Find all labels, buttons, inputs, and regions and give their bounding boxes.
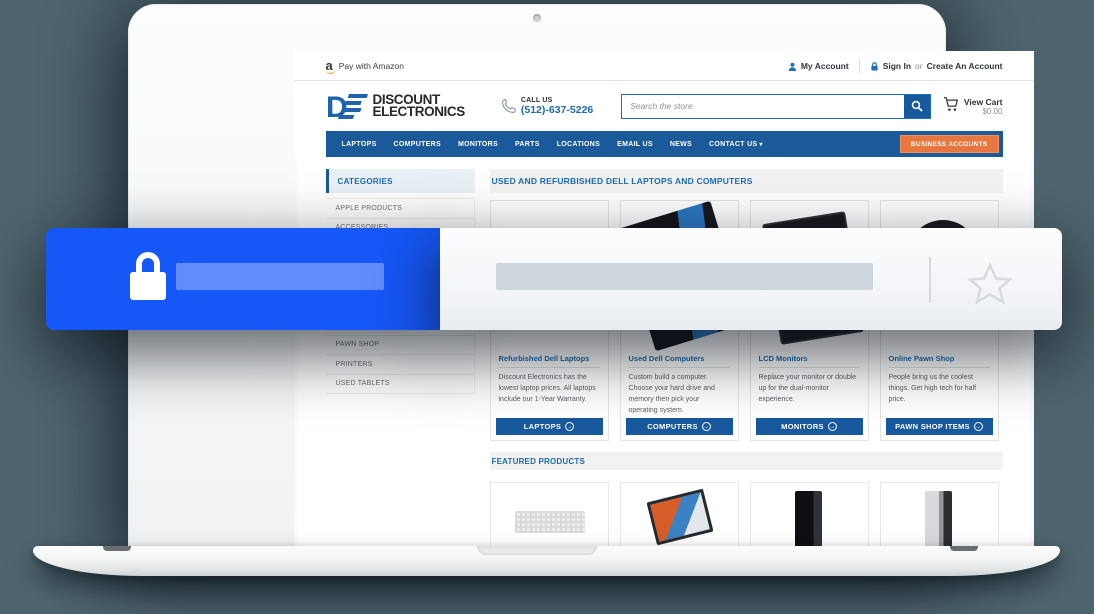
card-title[interactable]: Refurbished Dell Laptops [491, 351, 608, 365]
button-label: LAPTOPS [524, 422, 561, 431]
divider [759, 367, 860, 368]
nav-contact-us-label: CONTACT US [709, 141, 757, 148]
site-logo[interactable]: D DISCOUNT ELECTRONICS [326, 91, 465, 121]
utility-bar: a Pay with Amazon My Account Sign In or … [294, 51, 1034, 81]
sign-in-link[interactable]: Sign In or Create An Account [870, 61, 1003, 71]
nav-news[interactable]: NEWS [670, 141, 692, 148]
bookmark-star-icon[interactable] [966, 261, 1014, 309]
lock-shackle [136, 252, 160, 274]
sidebar-item-used-tablets[interactable]: USED TABLETS [326, 375, 475, 395]
hinge [950, 546, 978, 551]
call-us-block[interactable]: CALL US (512)-637-5226 [501, 97, 593, 116]
cart-icon [943, 97, 959, 112]
sidebar-item-pawn-shop[interactable]: PAWN SHOP [326, 336, 475, 356]
cart-total: $0.00 [964, 107, 1003, 116]
button-label: COMPUTERS [647, 422, 698, 431]
search-bar [621, 94, 931, 119]
card-description: Custom build a computer. Choose your har… [621, 372, 738, 416]
computers-button[interactable]: COMPUTERS → [626, 418, 733, 435]
nav-laptops[interactable]: LAPTOPS [342, 141, 377, 148]
nav-parts[interactable]: PARTS [515, 141, 540, 148]
arrow-circle-icon: → [702, 422, 711, 431]
featured-products-row [490, 482, 1003, 550]
pay-with-amazon[interactable]: a Pay with Amazon [326, 61, 404, 71]
featured-product-black-tower[interactable] [750, 482, 869, 550]
webcam-dot [533, 14, 541, 22]
hinge [103, 546, 131, 551]
card-description: Replace your monitor or double up for th… [751, 372, 868, 405]
lock-icon [870, 62, 879, 71]
lock-icon [130, 252, 166, 306]
card-title[interactable]: LCD Monitors [751, 351, 868, 365]
featured-products-title: FEATURED PRODUCTS [490, 452, 1003, 470]
sidebar-item-printers[interactable]: PRINTERS [326, 355, 475, 375]
featured-product-laptop[interactable] [620, 482, 739, 550]
tower-pc-product-image [795, 491, 822, 550]
card-title[interactable]: Used Dell Computers [621, 351, 738, 365]
laptop-mockup-base [33, 546, 1060, 576]
logo-line2: ELECTRONICS [373, 106, 465, 118]
secure-bar-overlay-blue [46, 228, 440, 330]
chevron-down-icon: ▾ [759, 142, 762, 148]
or-label: or [915, 61, 923, 71]
categories-sidebar: CATEGORIES APPLE PRODUCTS ACCESSORIES PA… [326, 169, 475, 550]
de-logo-icon: D [326, 91, 368, 121]
tower-pc-product-image [925, 491, 952, 550]
business-accounts-button[interactable]: BUSINESS ACCOUNTS [900, 135, 999, 153]
address-placeholder-bar [496, 263, 873, 290]
card-title[interactable]: Online Pawn Shop [881, 351, 998, 365]
search-icon [911, 100, 923, 112]
phone-icon [501, 99, 516, 114]
button-label: PAWN SHOP ITEMS [895, 422, 970, 431]
featured-product-keyboard[interactable] [490, 482, 609, 550]
lock-body [130, 272, 166, 300]
search-input[interactable] [622, 95, 904, 118]
featured-product-silver-tower[interactable] [880, 482, 999, 550]
secure-bar-overlay-white [440, 228, 1062, 330]
nav-locations[interactable]: LOCATIONS [557, 141, 600, 148]
site-header: D DISCOUNT ELECTRONICS [294, 81, 1034, 131]
sign-in-label: Sign In [883, 61, 911, 71]
phone-number: (512)-637-5226 [521, 104, 593, 116]
person-icon [788, 62, 797, 71]
categories-title: CATEGORIES [326, 169, 475, 193]
card-description: People bring us the coolest things. Get … [881, 372, 998, 405]
card-description: Discount Electronics has the lowest lapt… [491, 372, 608, 405]
divider [929, 257, 931, 303]
laptops-button[interactable]: LAPTOPS → [496, 418, 603, 435]
arrow-circle-icon: → [974, 422, 983, 431]
create-account-label: Create An Account [927, 61, 1003, 71]
nav-computers[interactable]: COMPUTERS [394, 141, 441, 148]
main-nav: LAPTOPS COMPUTERS MONITORS PARTS LOCATIO… [326, 131, 1003, 157]
nav-monitors[interactable]: MONITORS [458, 141, 498, 148]
url-placeholder-bar [176, 263, 384, 290]
my-account-label: My Account [801, 61, 849, 71]
page-title: USED AND REFURBISHED DELL LAPTOPS AND CO… [490, 169, 1003, 193]
divider [499, 367, 600, 368]
amazon-icon: a [326, 61, 333, 71]
nav-contact-us[interactable]: CONTACT US▾ [709, 141, 763, 148]
view-cart-label: View Cart [964, 97, 1003, 107]
pawn-shop-items-button[interactable]: PAWN SHOP ITEMS → [886, 418, 993, 435]
view-cart[interactable]: View Cart $0.00 [943, 97, 1003, 116]
divider [889, 367, 990, 368]
arrow-circle-icon: → [565, 422, 574, 431]
search-button[interactable] [904, 95, 930, 118]
my-account-link[interactable]: My Account [788, 61, 849, 71]
sidebar-item-apple-products[interactable]: APPLE PRODUCTS [326, 199, 475, 219]
pay-with-amazon-label: Pay with Amazon [339, 61, 404, 71]
arrow-circle-icon: → [828, 422, 837, 431]
divider [629, 367, 730, 368]
keyboard-product-image [515, 511, 585, 533]
call-us-label: CALL US [521, 97, 593, 104]
laptop-product-image [646, 489, 713, 546]
laptop-base-notch [477, 546, 597, 555]
monitors-button[interactable]: MONITORS → [756, 418, 863, 435]
button-label: MONITORS [781, 422, 824, 431]
nav-email-us[interactable]: EMAIL US [617, 141, 653, 148]
divider [859, 59, 860, 73]
